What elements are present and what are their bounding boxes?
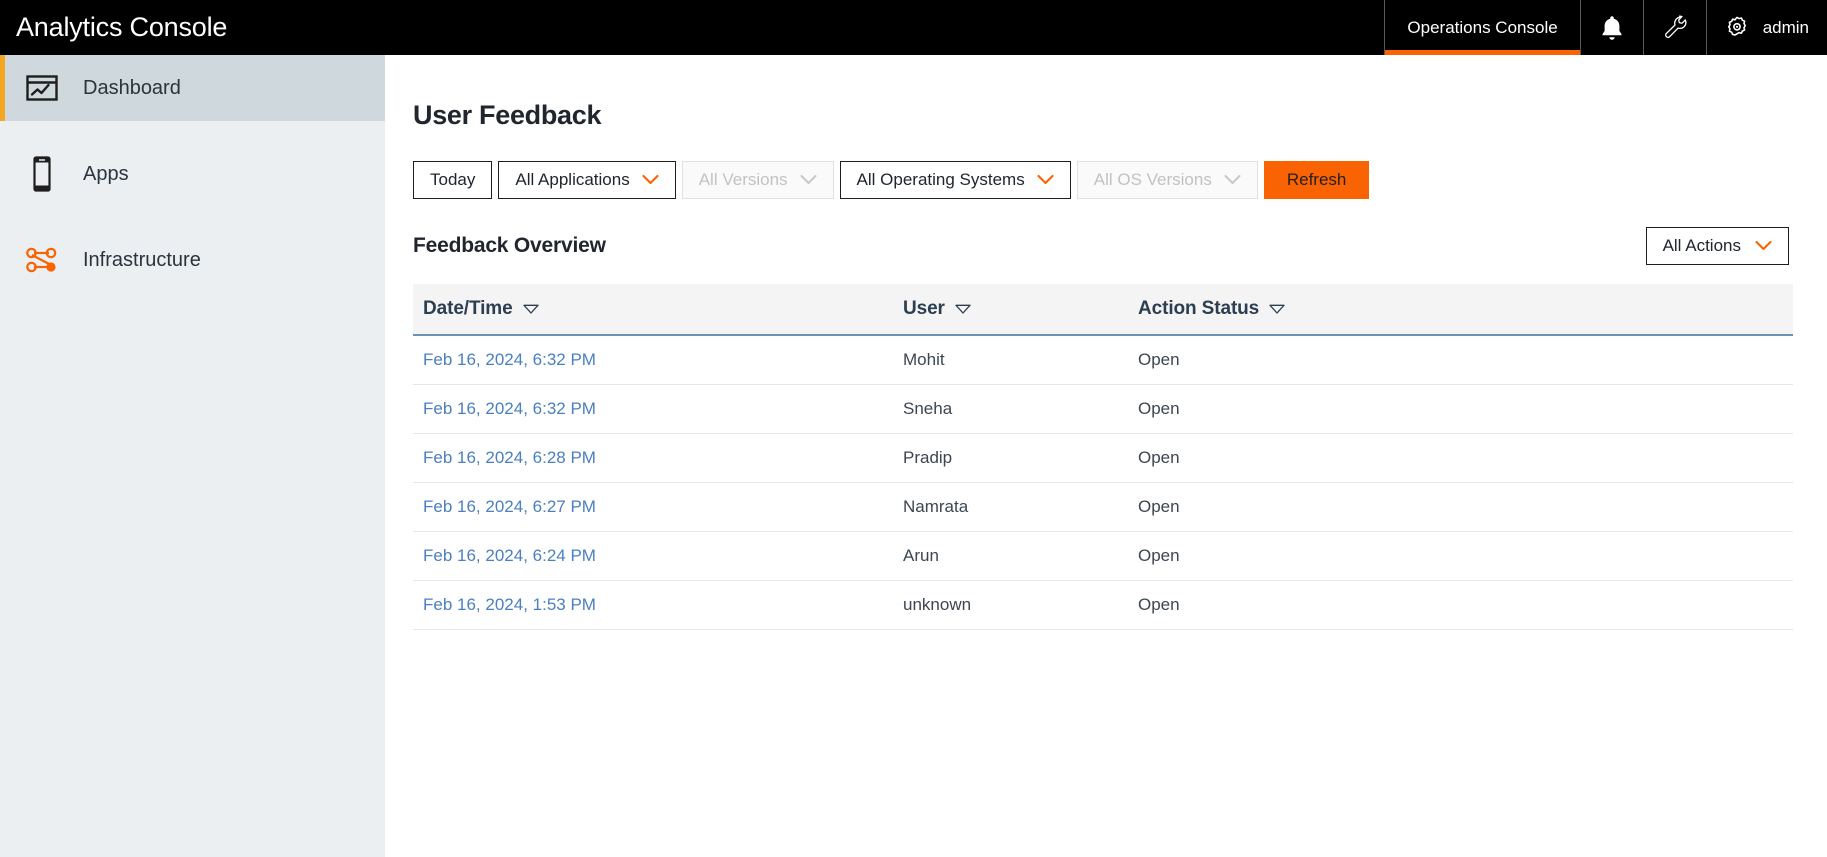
cell-datetime: Feb 16, 2024, 6:24 PM [413, 532, 893, 581]
column-header-action-status[interactable]: Action Status [1128, 284, 1793, 335]
user-name-label: admin [1763, 18, 1809, 38]
header-spacer [243, 0, 1384, 55]
column-header-datetime[interactable]: Date/Time [413, 284, 893, 335]
column-header-label: Action Status [1138, 298, 1259, 320]
sort-descending-icon [1269, 298, 1285, 320]
app-root: Analytics Console Operations Console [0, 0, 1827, 857]
feedback-detail-link[interactable]: Feb 16, 2024, 6:32 PM [423, 399, 596, 418]
feedback-detail-link[interactable]: Feb 16, 2024, 6:27 PM [423, 497, 596, 516]
notifications-button[interactable] [1580, 0, 1643, 55]
cell-action-status: Open [1128, 483, 1793, 532]
filter-toolbar: Today All Applications All Versions All … [413, 161, 1789, 199]
main-content: User Feedback Today All Applications All… [385, 55, 1827, 857]
cell-action-status: Open [1128, 532, 1793, 581]
cell-user: Mohit [893, 335, 1128, 385]
table-row: Feb 16, 2024, 1:53 PM unknown Open [413, 581, 1793, 630]
sidebar-item-label: Apps [83, 163, 129, 186]
table-row: Feb 16, 2024, 6:32 PM Sneha Open [413, 385, 1793, 434]
filter-versions-dropdown: All Versions [682, 161, 834, 199]
filter-label: All Versions [699, 170, 788, 190]
table-row: Feb 16, 2024, 6:24 PM Arun Open [413, 532, 1793, 581]
all-actions-dropdown[interactable]: All Actions [1646, 227, 1789, 265]
filter-operating-systems-dropdown[interactable]: All Operating Systems [840, 161, 1071, 199]
table-row: Feb 16, 2024, 6:28 PM Pradip Open [413, 434, 1793, 483]
sidebar-item-dashboard[interactable]: Dashboard [0, 55, 385, 121]
feedback-detail-link[interactable]: Feb 16, 2024, 6:32 PM [423, 350, 596, 369]
feedback-table: Date/Time User [413, 284, 1793, 630]
cell-action-status: Open [1128, 434, 1793, 483]
gear-icon [1723, 14, 1751, 42]
filter-label: All Operating Systems [857, 170, 1025, 190]
chevron-down-icon [800, 170, 817, 190]
all-actions-label: All Actions [1663, 236, 1741, 256]
chevron-down-icon [1037, 170, 1054, 190]
chevron-down-icon [642, 170, 659, 190]
table-head: Date/Time User [413, 284, 1793, 335]
sidebar-item-infrastructure[interactable]: Infrastructure [0, 227, 385, 293]
cell-datetime: Feb 16, 2024, 6:27 PM [413, 483, 893, 532]
section-title: Feedback Overview [413, 234, 606, 258]
header-right-group: Operations Console [1384, 0, 1827, 55]
page-title: User Feedback [413, 100, 1789, 131]
refresh-label: Refresh [1287, 170, 1347, 190]
filter-os-versions-dropdown: All OS Versions [1077, 161, 1258, 199]
filter-applications-dropdown[interactable]: All Applications [498, 161, 675, 199]
cell-action-status: Open [1128, 385, 1793, 434]
filter-today-button[interactable]: Today [413, 161, 492, 199]
filter-label: Today [430, 170, 475, 190]
feedback-detail-link[interactable]: Feb 16, 2024, 6:24 PM [423, 546, 596, 565]
sidebar-nav: Dashboard Apps [0, 55, 385, 857]
feedback-detail-link[interactable]: Feb 16, 2024, 6:28 PM [423, 448, 596, 467]
cell-datetime: Feb 16, 2024, 6:28 PM [413, 434, 893, 483]
sort-descending-icon [955, 298, 971, 320]
mobile-phone-icon [19, 155, 65, 193]
cell-action-status: Open [1128, 335, 1793, 385]
cell-user: Pradip [893, 434, 1128, 483]
cell-datetime: Feb 16, 2024, 6:32 PM [413, 335, 893, 385]
feedback-detail-link[interactable]: Feb 16, 2024, 1:53 PM [423, 595, 596, 614]
header-tab-label: Operations Console [1407, 18, 1557, 38]
sort-descending-icon [523, 298, 539, 320]
sidebar-gap-1 [0, 121, 385, 141]
cell-user: Arun [893, 532, 1128, 581]
app-brand-title: Analytics Console [0, 0, 243, 55]
network-nodes-icon [19, 243, 65, 277]
user-menu-button[interactable]: admin [1706, 0, 1827, 55]
body-region: Dashboard Apps [0, 55, 1827, 857]
cell-user: unknown [893, 581, 1128, 630]
cell-action-status: Open [1128, 581, 1793, 630]
cell-user: Sneha [893, 385, 1128, 434]
column-header-label: Date/Time [423, 298, 513, 320]
header-tab-operations-console[interactable]: Operations Console [1384, 0, 1579, 55]
chevron-down-icon [1755, 236, 1772, 256]
wrench-icon [1662, 14, 1688, 42]
sidebar-gap-2 [0, 207, 385, 227]
sidebar-item-label: Dashboard [83, 77, 181, 100]
chevron-down-icon [1224, 170, 1241, 190]
table-body: Feb 16, 2024, 6:32 PM Mohit Open Feb 16,… [413, 335, 1793, 630]
cell-datetime: Feb 16, 2024, 1:53 PM [413, 581, 893, 630]
filter-label: All Applications [515, 170, 629, 190]
feedback-table-wrapper: Date/Time User [413, 284, 1789, 630]
sidebar-item-label: Infrastructure [83, 249, 201, 272]
tools-button[interactable] [1643, 0, 1706, 55]
table-header-row: Date/Time User [413, 284, 1793, 335]
cell-datetime: Feb 16, 2024, 6:32 PM [413, 385, 893, 434]
bell-icon [1599, 14, 1625, 42]
column-header-label: User [903, 298, 945, 320]
table-row: Feb 16, 2024, 6:32 PM Mohit Open [413, 335, 1793, 385]
table-row: Feb 16, 2024, 6:27 PM Namrata Open [413, 483, 1793, 532]
section-header-row: Feedback Overview All Actions [413, 227, 1789, 265]
cell-user: Namrata [893, 483, 1128, 532]
top-header-bar: Analytics Console Operations Console [0, 0, 1827, 55]
sidebar-item-apps[interactable]: Apps [0, 141, 385, 207]
chart-line-icon [19, 73, 65, 103]
column-header-user[interactable]: User [893, 284, 1128, 335]
refresh-button[interactable]: Refresh [1264, 161, 1370, 199]
filter-label: All OS Versions [1094, 170, 1212, 190]
